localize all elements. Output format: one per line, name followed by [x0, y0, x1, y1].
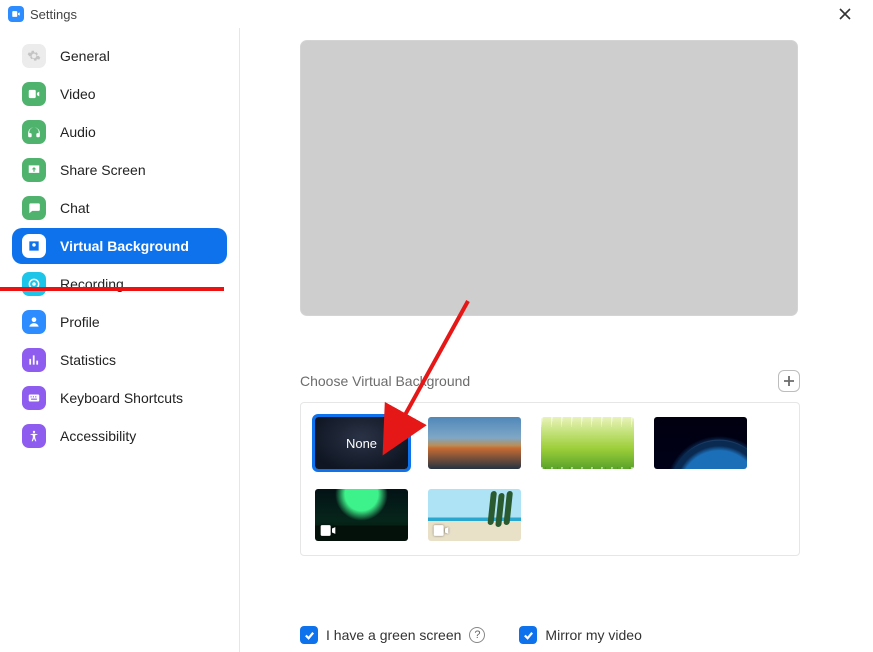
headphones-icon — [22, 120, 46, 144]
background-option-bridge[interactable] — [428, 417, 521, 469]
chat-icon — [22, 196, 46, 220]
checkbox-checked-icon — [300, 626, 318, 644]
video-badge-icon — [319, 524, 337, 537]
section-title: Choose Virtual Background — [300, 373, 470, 389]
sidebar-item-label: Statistics — [60, 352, 116, 368]
video-icon — [22, 82, 46, 106]
sidebar-item-profile[interactable]: Profile — [12, 304, 227, 340]
background-option-none[interactable]: None — [315, 417, 408, 469]
background-option-earth[interactable] — [654, 417, 747, 469]
app-icon — [8, 6, 24, 22]
profile-icon — [22, 310, 46, 334]
sidebar-item-label: Audio — [60, 124, 96, 140]
keyboard-icon — [22, 386, 46, 410]
option-green-screen[interactable]: I have a green screen ? — [300, 626, 485, 644]
video-preview — [300, 40, 798, 316]
sidebar-item-chat[interactable]: Chat — [12, 190, 227, 226]
background-option-aurora[interactable] — [315, 489, 408, 541]
help-icon[interactable]: ? — [469, 627, 485, 643]
background-grid: None — [300, 402, 800, 556]
main-panel: Choose Virtual Background None I have a … — [240, 28, 873, 652]
sidebar-item-keyboard-shortcuts[interactable]: Keyboard Shortcuts — [12, 380, 227, 416]
sidebar-item-video[interactable]: Video — [12, 76, 227, 112]
sidebar-item-label: General — [60, 48, 110, 64]
sidebar-item-share-screen[interactable]: Share Screen — [12, 152, 227, 188]
sidebar-item-statistics[interactable]: Statistics — [12, 342, 227, 378]
share-screen-icon — [22, 158, 46, 182]
sidebar-item-recording[interactable]: Recording — [12, 266, 227, 302]
option-mirror-video[interactable]: Mirror my video — [519, 626, 641, 644]
sidebar-item-label: Virtual Background — [60, 238, 189, 254]
background-option-beach[interactable] — [428, 489, 521, 541]
sidebar: General Video Audio Share Screen Chat Vi… — [0, 28, 240, 652]
sidebar-item-label: Keyboard Shortcuts — [60, 390, 183, 406]
record-icon — [22, 272, 46, 296]
option-label: Mirror my video — [545, 627, 641, 643]
person-square-icon — [22, 234, 46, 258]
sidebar-item-label: Chat — [60, 200, 90, 216]
checkbox-checked-icon — [519, 626, 537, 644]
sidebar-item-label: Profile — [60, 314, 100, 330]
bar-chart-icon — [22, 348, 46, 372]
video-badge-icon — [432, 524, 450, 537]
sidebar-item-virtual-background[interactable]: Virtual Background — [12, 228, 227, 264]
sidebar-item-label: Accessibility — [60, 428, 136, 444]
gear-icon — [22, 44, 46, 68]
sidebar-item-audio[interactable]: Audio — [12, 114, 227, 150]
option-label: I have a green screen — [326, 627, 461, 643]
sidebar-item-label: Share Screen — [60, 162, 146, 178]
sidebar-item-accessibility[interactable]: Accessibility — [12, 418, 227, 454]
sidebar-item-general[interactable]: General — [12, 38, 227, 74]
annotation-underline — [0, 287, 224, 291]
add-background-button[interactable] — [778, 370, 800, 392]
accessibility-icon — [22, 424, 46, 448]
window-title: Settings — [30, 7, 77, 22]
close-button[interactable] — [825, 0, 865, 28]
sidebar-item-label: Video — [60, 86, 96, 102]
background-label: None — [346, 436, 377, 451]
background-option-grass[interactable] — [541, 417, 634, 469]
